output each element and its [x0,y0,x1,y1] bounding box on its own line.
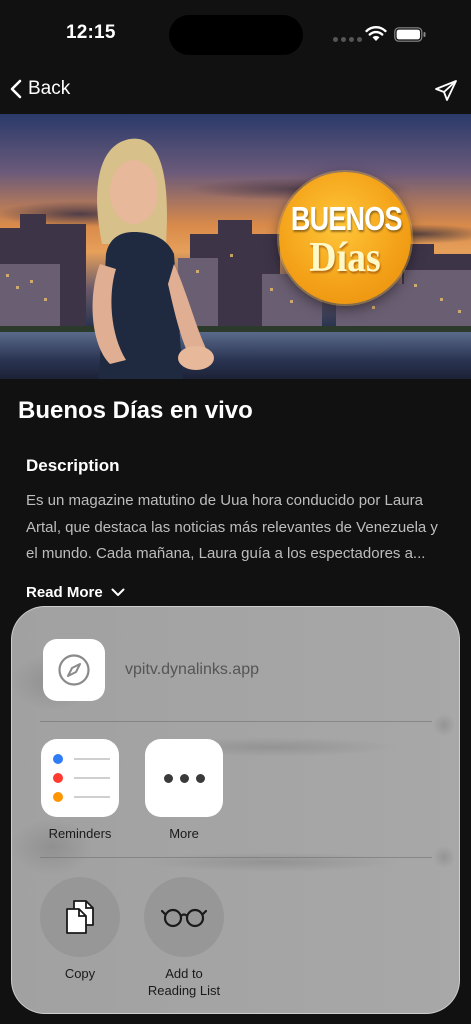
copy-icon [40,877,120,957]
copy-label: Copy [64,966,96,981]
app-icon [43,639,105,701]
more-label: More [169,826,199,841]
read-more-label: Read More [26,584,103,601]
chevron-down-icon [111,588,125,596]
copy-button[interactable]: Copy [40,877,120,982]
reminders-label: Reminders [48,826,112,841]
status-bar: 12:15 [0,0,471,70]
reading-list-label: Add to Reading List [147,966,221,998]
add-to-reading-list-button[interactable]: Add to Reading List [144,877,224,999]
send-icon[interactable] [434,80,458,102]
compass-icon [58,654,90,686]
battery-icon [394,27,426,42]
reminders-button[interactable]: Reminders [40,739,120,842]
nav-bar: Back [0,70,471,114]
reminders-icon [41,739,119,817]
description-text: Es un magazine matutino de Uua hora cond… [26,492,438,562]
page-title: Buenos Días en vivo [18,397,253,424]
divider [40,857,432,858]
more-icon [145,739,223,817]
hero-image: BUENOS Días [0,114,471,379]
read-more-button[interactable]: Read More [26,584,125,601]
share-url: vpitv.dynalinks.app [125,661,259,678]
cellular-signal-icon [333,37,362,42]
presenter-figure [92,138,214,379]
description-heading: Description [26,456,120,475]
show-logo: BUENOS Días [279,172,411,304]
back-button[interactable]: Back [10,78,70,100]
dynamic-island [169,15,303,55]
divider [40,721,432,722]
share-sheet: vpitv.dynalinks.app Reminders More Copy … [11,606,460,1014]
more-button[interactable]: More [144,739,224,842]
reading-glasses-icon [144,877,224,957]
back-label: Back [28,78,71,99]
wifi-icon [365,26,387,41]
chevron-left-icon [10,79,22,99]
status-time: 12:15 [66,22,116,43]
